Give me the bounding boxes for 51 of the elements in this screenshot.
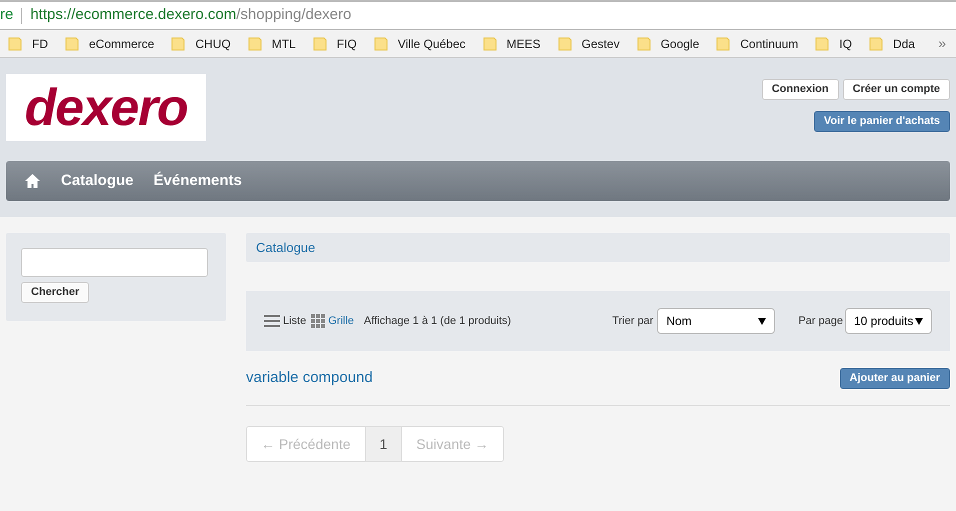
bookmark[interactable]: IQ <box>839 34 852 52</box>
bookmark[interactable]: FIQ <box>336 34 357 52</box>
search-field[interactable] <box>21 248 208 277</box>
folder-icon <box>248 36 262 50</box>
folder-icon <box>8 36 22 50</box>
nav-link[interactable]: Événements <box>154 170 242 192</box>
home-icon[interactable] <box>24 173 41 189</box>
folder-icon <box>374 36 388 50</box>
bookmark[interactable]: CHUQ <box>195 34 231 52</box>
caret-icon <box>915 318 923 324</box>
results-summary: Affichage 1 à 1 (de 1 produits) <box>364 314 512 329</box>
view-toggle[interactable]: Grille <box>328 312 354 330</box>
nav-link[interactable]: Catalogue <box>61 170 134 192</box>
folder-icon <box>312 36 327 50</box>
pagination-button[interactable]: 1 <box>364 426 402 462</box>
bookmark[interactable]: MEES <box>506 34 541 52</box>
search-button[interactable]: Chercher <box>21 282 90 303</box>
list-icon[interactable] <box>264 314 280 328</box>
bookmark[interactable]: Dda <box>892 34 915 52</box>
bookmark[interactable]: Gestev <box>582 34 620 52</box>
folder-icon <box>815 36 830 50</box>
folder-icon <box>716 36 730 50</box>
logo: dexero <box>6 74 206 141</box>
bookmark[interactable]: Continuum <box>740 34 798 52</box>
breadcrumb-link[interactable]: Catalogue <box>256 238 316 258</box>
grid-icon[interactable] <box>311 314 326 328</box>
caret-icon <box>758 318 766 324</box>
folder-icon <box>482 36 497 50</box>
sort-label: Trier par <box>612 314 654 329</box>
folder-icon <box>558 36 572 50</box>
folder-icon <box>636 36 651 50</box>
bookmark[interactable]: Ville Québec <box>398 34 466 52</box>
bookmark[interactable]: Google <box>660 34 700 52</box>
bookmarks-overflow[interactable]: » <box>938 33 946 54</box>
bookmark[interactable]: eCommerce <box>89 34 154 52</box>
account-button[interactable]: Connexion <box>762 79 839 100</box>
add-to-cart-button[interactable]: Ajouter au panier <box>840 368 950 388</box>
cart-button[interactable]: Voir le panier d'achats <box>814 111 950 132</box>
bookmark[interactable]: FD <box>32 34 48 52</box>
address-prefix: re <box>0 5 14 26</box>
account-button[interactable]: Créer un compte <box>842 79 950 100</box>
product-link[interactable]: variable compound <box>246 366 373 390</box>
per-page-label: Par page <box>798 314 843 329</box>
folder-icon <box>65 36 79 50</box>
address-bar-url[interactable]: https://ecommerce.dexero.com/shopping/dexero <box>30 4 352 27</box>
folder-icon <box>868 36 883 50</box>
dropdown[interactable]: Nom <box>657 308 776 334</box>
view-toggle[interactable]: Liste <box>283 312 306 330</box>
bookmark[interactable]: MTL <box>272 34 296 52</box>
dropdown[interactable]: 10 produits <box>845 308 932 334</box>
folder-icon <box>171 36 186 50</box>
